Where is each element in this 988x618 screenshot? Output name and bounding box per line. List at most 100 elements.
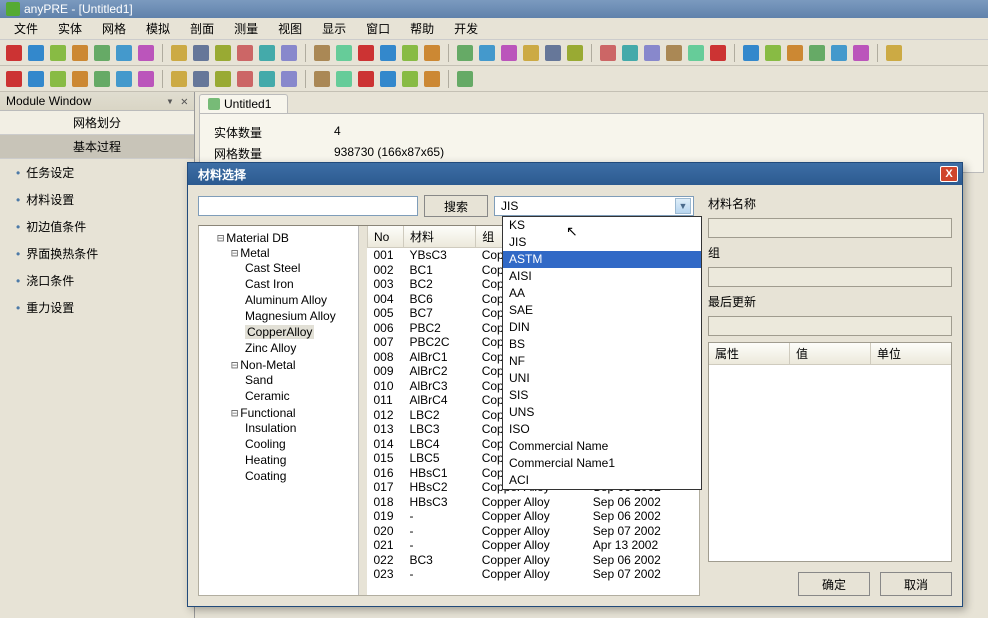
dropdown-option[interactable]: ASTM (503, 251, 701, 268)
dialog-title-bar[interactable]: 材料选择 X (188, 163, 962, 185)
toolbar-button[interactable] (169, 43, 189, 63)
toolbar-button[interactable] (70, 43, 90, 63)
toolbar-button[interactable] (235, 43, 255, 63)
toolbar-button[interactable] (257, 43, 277, 63)
toolbar-button[interactable] (785, 43, 805, 63)
toolbar-button[interactable] (26, 43, 46, 63)
toolbar-button[interactable] (400, 43, 420, 63)
toolbar-button[interactable] (455, 43, 475, 63)
document-tab[interactable]: Untitled1 (199, 94, 288, 113)
toolbar-button[interactable] (543, 43, 563, 63)
tree-item[interactable]: Insulation (245, 420, 354, 436)
module-item[interactable]: 重力设置 (0, 294, 194, 321)
toolbar-button[interactable] (312, 43, 332, 63)
tree-item[interactable]: Sand (245, 372, 354, 388)
toolbar-button[interactable] (169, 69, 189, 89)
dropdown-option[interactable]: Commercial Name1 (503, 455, 701, 472)
menu-item[interactable]: 模拟 (136, 18, 180, 39)
close-icon[interactable]: X (940, 166, 958, 182)
module-tab-mesh[interactable]: 网格划分 (0, 111, 194, 135)
menu-item[interactable]: 测量 (224, 18, 268, 39)
menu-item[interactable]: 开发 (444, 18, 488, 39)
search-button[interactable]: 搜索 (424, 195, 488, 217)
toolbar-button[interactable] (70, 69, 90, 89)
menu-item[interactable]: 剖面 (180, 18, 224, 39)
module-tab-basic[interactable]: 基本过程 (0, 135, 194, 159)
toolbar-button[interactable] (664, 43, 684, 63)
toolbar-button[interactable] (378, 43, 398, 63)
menu-item[interactable]: 视图 (268, 18, 312, 39)
toolbar-button[interactable] (356, 43, 376, 63)
menu-item[interactable]: 实体 (48, 18, 92, 39)
toolbar-button[interactable] (191, 69, 211, 89)
toolbar-button[interactable] (312, 69, 332, 89)
toolbar-button[interactable] (455, 69, 475, 89)
dropdown-option[interactable]: ISO (503, 421, 701, 438)
toolbar-button[interactable] (92, 69, 112, 89)
toolbar-button[interactable] (114, 69, 134, 89)
toolbar-button[interactable] (884, 43, 904, 63)
toolbar-button[interactable] (334, 69, 354, 89)
dropdown-option[interactable]: NF (503, 353, 701, 370)
dropdown-option[interactable]: JIS (503, 234, 701, 251)
toolbar-button[interactable] (829, 43, 849, 63)
toolbar-button[interactable] (279, 43, 299, 63)
dropdown-option[interactable]: AISI (503, 268, 701, 285)
table-row[interactable]: 023-Copper AlloySep 07 2002 (368, 567, 699, 582)
toolbar-button[interactable] (191, 43, 211, 63)
search-input[interactable] (198, 196, 418, 216)
toolbar-button[interactable] (48, 69, 68, 89)
table-row[interactable]: 022BC3Copper AlloySep 06 2002 (368, 553, 699, 568)
menu-item[interactable]: 窗口 (356, 18, 400, 39)
standard-combo[interactable]: JIS ▼ (494, 196, 694, 216)
menu-item[interactable]: 文件 (4, 18, 48, 39)
table-row[interactable]: 019-Copper AlloySep 06 2002 (368, 509, 699, 524)
menu-item[interactable]: 帮助 (400, 18, 444, 39)
dropdown-option[interactable]: UNI (503, 370, 701, 387)
material-tree[interactable]: ⊟Material DB ⊟Metal Cast SteelCast IronA… (199, 226, 359, 595)
module-item[interactable]: 浇口条件 (0, 267, 194, 294)
toolbar-button[interactable] (48, 43, 68, 63)
table-row[interactable]: 020-Copper AlloySep 07 2002 (368, 524, 699, 539)
dropdown-option[interactable]: DIN (503, 319, 701, 336)
toolbar-button[interactable] (565, 43, 585, 63)
toolbar-button[interactable] (422, 43, 442, 63)
toolbar-button[interactable] (213, 69, 233, 89)
dropdown-option[interactable]: SAE (503, 302, 701, 319)
dropdown-option[interactable]: ACI (503, 472, 701, 489)
module-item[interactable]: 初边值条件 (0, 213, 194, 240)
menu-item[interactable]: 显示 (312, 18, 356, 39)
toolbar-button[interactable] (807, 43, 827, 63)
tree-item[interactable]: Cast Steel (245, 260, 354, 276)
toolbar-button[interactable] (92, 43, 112, 63)
toolbar-button[interactable] (378, 69, 398, 89)
table-row[interactable]: 021-Copper AlloyApr 13 2002 (368, 538, 699, 553)
dropdown-option[interactable]: SIS (503, 387, 701, 404)
module-window-controls[interactable]: ▾ ✕ (166, 94, 188, 108)
standard-dropdown[interactable]: KSJISASTMAISIAASAEDINBSNFUNISISUNSISOCom… (502, 216, 702, 490)
toolbar-button[interactable] (620, 43, 640, 63)
toolbar-button[interactable] (279, 69, 299, 89)
tree-item[interactable]: Heating (245, 452, 354, 468)
toolbar-button[interactable] (235, 69, 255, 89)
dropdown-option[interactable]: UNS (503, 404, 701, 421)
toolbar-button[interactable] (686, 43, 706, 63)
toolbar-button[interactable] (136, 69, 156, 89)
ok-button[interactable]: 确定 (798, 572, 870, 596)
toolbar-button[interactable] (851, 43, 871, 63)
chevron-down-icon[interactable]: ▼ (675, 198, 691, 214)
tree-item[interactable]: Zinc Alloy (245, 340, 354, 356)
toolbar-button[interactable] (763, 43, 783, 63)
toolbar-button[interactable] (741, 43, 761, 63)
toolbar-button[interactable] (642, 43, 662, 63)
toolbar-button[interactable] (213, 43, 233, 63)
menu-item[interactable]: 网格 (92, 18, 136, 39)
dropdown-option[interactable]: KS (503, 217, 701, 234)
toolbar-button[interactable] (26, 69, 46, 89)
toolbar-button[interactable] (4, 69, 24, 89)
toolbar-button[interactable] (136, 43, 156, 63)
toolbar-button[interactable] (257, 69, 277, 89)
tree-item[interactable]: Magnesium Alloy (245, 308, 354, 324)
toolbar-button[interactable] (400, 69, 420, 89)
toolbar-button[interactable] (114, 43, 134, 63)
